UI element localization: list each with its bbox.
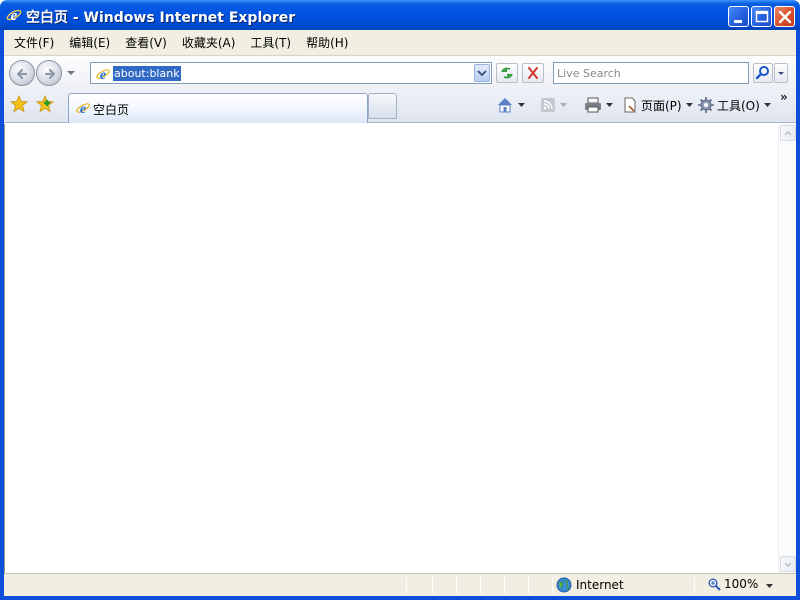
page-content[interactable] <box>4 124 778 573</box>
stop-button[interactable] <box>522 63 544 83</box>
chevron-down-icon <box>606 103 613 107</box>
search-button[interactable] <box>753 63 773 83</box>
chevron-down-icon <box>778 72 784 75</box>
home-button[interactable] <box>496 95 525 115</box>
page-ie-icon: e <box>96 68 110 82</box>
status-separator <box>456 577 457 594</box>
menu-view[interactable]: 查看(V) <box>119 34 173 51</box>
status-separator <box>504 577 505 594</box>
print-button[interactable] <box>584 95 613 115</box>
rss-feed-icon <box>541 98 555 112</box>
toolbar-overflow-button[interactable]: » <box>780 90 788 104</box>
ie-icon: e <box>6 8 22 23</box>
search-options-button[interactable] <box>774 63 788 83</box>
page-menu-button[interactable]: 页面(P) <box>622 95 693 115</box>
svg-text:e: e <box>100 68 106 82</box>
back-button[interactable] <box>9 60 35 86</box>
status-separator <box>480 577 481 594</box>
gear-icon <box>698 97 714 113</box>
zoom-level: 100% <box>724 577 759 591</box>
zone-label: Internet <box>576 578 624 592</box>
home-icon <box>498 98 512 113</box>
chevron-down-icon <box>784 562 792 568</box>
add-favorites-icon[interactable] <box>36 95 54 113</box>
vertical-scrollbar[interactable] <box>778 124 796 573</box>
chevron-down-icon <box>685 103 693 107</box>
address-bar[interactable]: e about:blank <box>90 62 492 84</box>
feeds-button[interactable] <box>540 95 567 115</box>
chevron-up-icon <box>784 130 792 136</box>
security-zone[interactable]: Internet <box>556 577 624 593</box>
search-icon <box>755 66 769 80</box>
zoom-icon <box>708 578 721 591</box>
window-frame-right <box>796 30 800 600</box>
window-frame-bottom <box>0 596 800 600</box>
maximize-button[interactable] <box>751 6 772 27</box>
scroll-up-button[interactable] <box>780 125 796 141</box>
new-tab-button[interactable] <box>368 93 397 119</box>
status-separator <box>406 577 407 594</box>
favorites-center-icon[interactable] <box>10 95 28 113</box>
close-icon <box>778 10 792 24</box>
window-title: 空白页 - Windows Internet Explorer <box>26 10 296 26</box>
menu-file[interactable]: 文件(F) <box>8 34 60 51</box>
menu-bar: 文件(F) 编辑(E) 查看(V) 收藏夹(A) 工具(T) 帮助(H) <box>4 30 796 56</box>
chevron-down-icon <box>518 103 525 107</box>
tools-menu-button[interactable]: 工具(O) <box>698 95 771 115</box>
tab-blank-page[interactable]: e 空白页 <box>68 93 368 123</box>
stop-icon <box>528 67 538 79</box>
tab-label: 空白页 <box>93 103 130 117</box>
chevron-down-icon <box>560 103 567 107</box>
refresh-button[interactable] <box>496 63 518 83</box>
status-separator <box>528 577 529 594</box>
page-menu-label: 页面(P) <box>641 98 682 113</box>
chevron-down-icon[interactable] <box>766 584 773 588</box>
navigation-bar: e about:blank Live Search <box>4 56 796 90</box>
refresh-icon <box>501 67 513 79</box>
status-separator <box>432 577 433 594</box>
zoom-button[interactable]: 100% <box>708 577 758 591</box>
chevron-down-icon <box>477 70 487 77</box>
address-dropdown-button[interactable] <box>474 64 490 82</box>
status-separator <box>694 577 695 594</box>
scroll-down-button[interactable] <box>780 556 796 572</box>
ie-icon: e <box>76 102 90 116</box>
forward-arrow-icon <box>44 68 56 80</box>
printer-icon <box>585 97 601 113</box>
status-bar: Internet 100% <box>4 573 796 596</box>
close-button[interactable] <box>774 6 795 27</box>
chevron-down-icon <box>763 103 771 107</box>
status-separator <box>552 577 553 594</box>
title-bar[interactable]: e 空白页 - Windows Internet Explorer <box>0 0 800 30</box>
recent-pages-dropdown-icon[interactable] <box>66 69 76 77</box>
maximize-icon <box>755 10 769 23</box>
menu-tools[interactable]: 工具(T) <box>244 34 297 51</box>
minimize-button[interactable] <box>728 6 749 27</box>
back-arrow-icon <box>16 68 28 80</box>
address-input[interactable]: about:blank <box>113 66 181 81</box>
forward-button[interactable] <box>36 60 62 86</box>
minimize-icon <box>734 20 742 23</box>
tools-menu-label: 工具(O) <box>717 98 760 113</box>
globe-icon <box>556 577 572 593</box>
menu-help[interactable]: 帮助(H) <box>300 34 354 51</box>
svg-text:e: e <box>11 8 18 23</box>
menu-edit[interactable]: 编辑(E) <box>63 34 116 51</box>
search-box[interactable]: Live Search <box>553 62 749 84</box>
search-input[interactable]: Live Search <box>557 67 621 80</box>
menu-favorites[interactable]: 收藏夹(A) <box>176 34 242 51</box>
svg-text:e: e <box>80 102 86 116</box>
tab-command-bar: e 空白页 页面(P) 工具(O) » <box>4 90 796 123</box>
page-icon <box>624 97 636 113</box>
